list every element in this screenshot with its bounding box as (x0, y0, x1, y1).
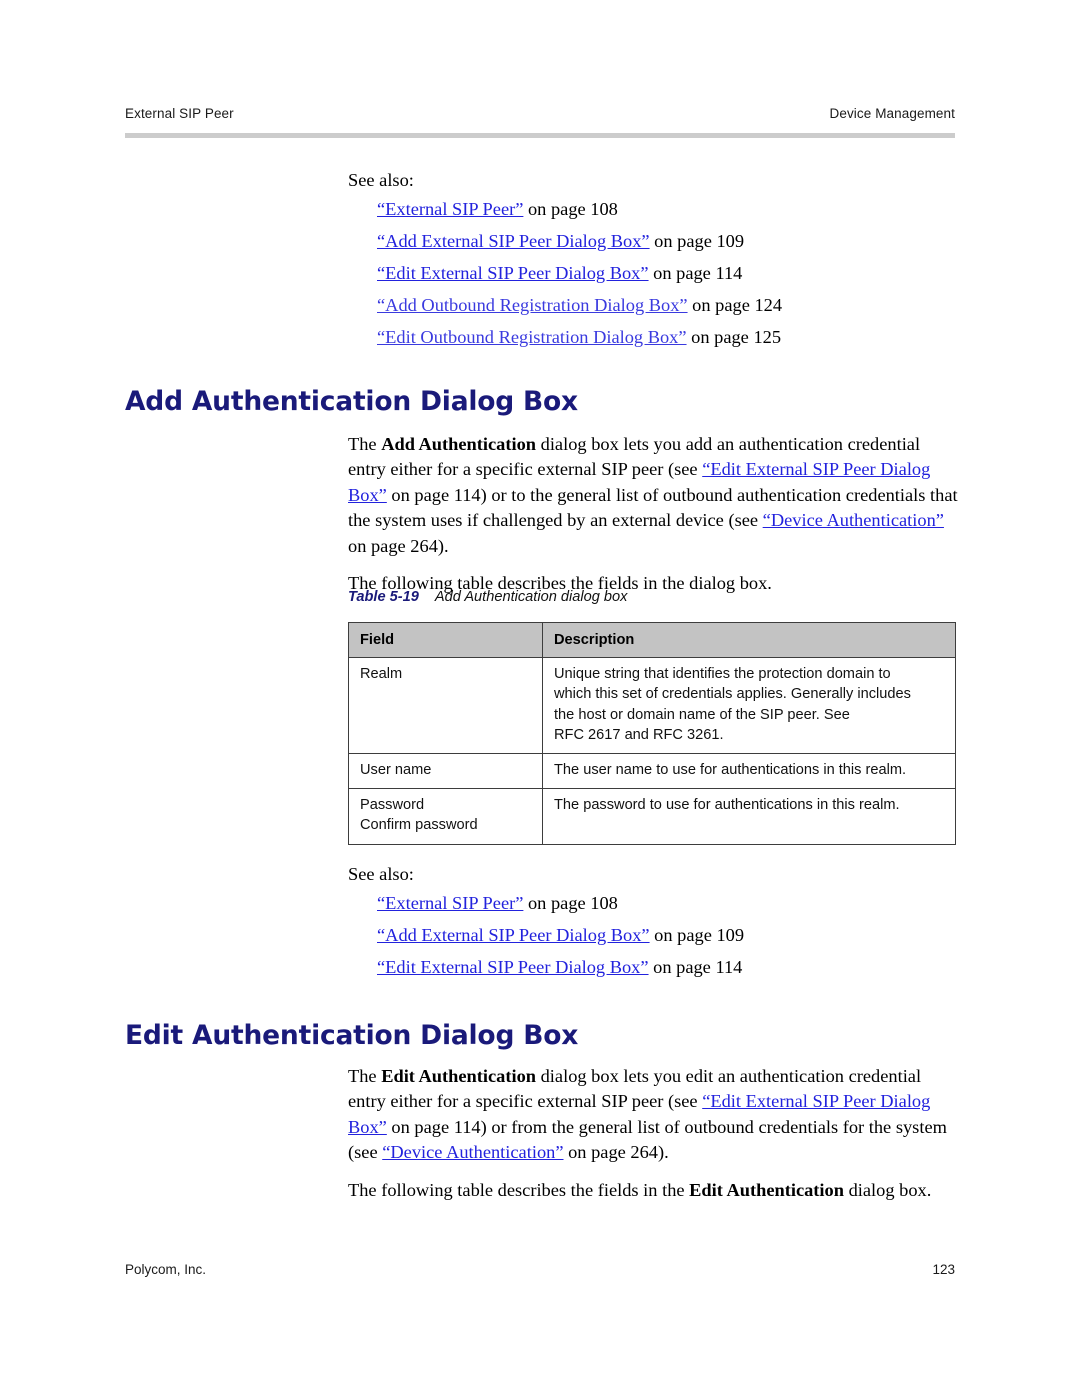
cross-reference-link[interactable]: “External SIP Peer” (377, 199, 523, 219)
list-item: “Edit External SIP Peer Dialog Box” on p… (377, 257, 960, 289)
cell-description: The password to use for authentications … (542, 788, 956, 845)
table-row: Password Confirm password The password t… (348, 788, 956, 845)
cross-reference-page: on page 124 (687, 295, 783, 316)
page-title-edit-authentication: Edit Authentication Dialog Box (125, 1020, 579, 1051)
cross-reference-page: on page 114 (648, 957, 743, 978)
paragraph-table-lead-in-edit: The following table describes the fields… (348, 1178, 960, 1203)
cell-line: User name (360, 762, 432, 779)
list-item: “Add Outbound Registration Dialog Box” o… (377, 289, 960, 321)
table-caption-5-19: Table 5-19 Add Authentication dialog box (348, 589, 627, 605)
cell-field: Password Confirm password (348, 788, 543, 845)
cell-field: Realm (348, 657, 543, 755)
running-head-left: External SIP Peer (125, 106, 234, 121)
footer-page-number: 123 (932, 1262, 955, 1277)
text-fragment: dialog box. (843, 1179, 932, 1200)
see-also-list-1: “External SIP Peer” on page 108 “Add Ext… (348, 193, 960, 353)
cross-reference-page: on page 108 (523, 893, 618, 914)
running-head-right: Device Management (829, 106, 955, 121)
cross-reference-link[interactable]: “Edit External SIP Peer Dialog Box” (377, 957, 649, 977)
cross-reference-page: on page 125 (686, 327, 782, 348)
page-footer: Polycom, Inc. 123 (125, 1262, 955, 1277)
cross-reference-page: on page 109 (649, 925, 745, 946)
cell-line: Confirm password (360, 817, 478, 834)
cross-reference-link[interactable]: “Add External SIP Peer Dialog Box” (377, 925, 650, 945)
footer-company: Polycom, Inc. (125, 1262, 207, 1277)
inline-cross-reference-link[interactable]: “Device Authentication” (763, 510, 944, 530)
cell-line: The user name to use for authentications… (554, 762, 907, 779)
cell-line: which this set of credentials applies. G… (554, 686, 911, 703)
cell-line: RFC 2617 and RFC 3261. (554, 726, 724, 743)
cell-line: The password to use for authentications … (554, 797, 900, 814)
inline-cross-reference-link[interactable]: “Device Authentication” (382, 1142, 563, 1162)
page-title-add-authentication: Add Authentication Dialog Box (125, 386, 578, 417)
list-item: “External SIP Peer” on page 108 (377, 887, 960, 919)
add-authentication-fields-table: Field Description Realm Unique string th… (348, 621, 956, 845)
cell-line: Unique string that identifies the protec… (554, 666, 891, 683)
text-fragment: on page 264). (348, 535, 449, 556)
emphasis-edit-authentication: Edit Authentication (689, 1179, 844, 1200)
cell-line: Password (360, 797, 425, 814)
cell-description: Unique string that identifies the protec… (542, 657, 956, 755)
table-caption-text: Add Authentication dialog box (434, 589, 628, 605)
table-header-row: Field Description (348, 621, 956, 659)
see-also-label: See also: (348, 170, 414, 190)
paragraph-add-intro: The Add Authentication dialog box lets y… (348, 432, 960, 559)
list-item: “External SIP Peer” on page 108 (377, 193, 960, 225)
column-header-description: Description (542, 621, 956, 659)
running-head: External SIP Peer Device Management (125, 106, 955, 121)
see-also-label: See also: (348, 864, 414, 884)
table-row: User name The user name to use for authe… (348, 753, 956, 790)
see-also-block-2: See also: “External SIP Peer” on page 10… (348, 862, 960, 983)
list-item: “Edit Outbound Registration Dialog Box” … (377, 321, 960, 353)
see-also-list-2: “External SIP Peer” on page 108 “Add Ext… (348, 887, 960, 983)
column-header-field: Field (348, 621, 543, 659)
cross-reference-page: on page 108 (523, 199, 618, 220)
table-number: Table 5-19 (348, 589, 419, 605)
cross-reference-link[interactable]: “Edit Outbound Registration Dialog Box” (377, 327, 687, 347)
cross-reference-link[interactable]: “Add Outbound Registration Dialog Box” (377, 295, 688, 315)
list-item: “Add External SIP Peer Dialog Box” on pa… (377, 919, 960, 951)
header-rule (125, 133, 955, 138)
see-also-block-1: See also: “External SIP Peer” on page 10… (348, 168, 960, 353)
edit-authentication-intro: The Edit Authentication dialog box lets … (348, 1064, 960, 1203)
cross-reference-page: on page 114 (648, 263, 743, 284)
emphasis-edit-authentication: Edit Authentication (381, 1066, 537, 1086)
cross-reference-link[interactable]: “Edit External SIP Peer Dialog Box” (377, 263, 649, 283)
document-page: External SIP Peer Device Management See … (0, 0, 1080, 1397)
list-item: “Add External SIP Peer Dialog Box” on pa… (377, 225, 960, 257)
cell-line: Realm (360, 666, 403, 683)
cross-reference-link[interactable]: “External SIP Peer” (377, 893, 523, 913)
cross-reference-link[interactable]: “Add External SIP Peer Dialog Box” (377, 231, 650, 251)
text-fragment: The following table describes the fields… (348, 1179, 690, 1200)
cell-description: The user name to use for authentications… (542, 753, 956, 790)
cross-reference-page: on page 109 (649, 231, 745, 252)
paragraph-edit-intro: The Edit Authentication dialog box lets … (348, 1064, 960, 1166)
text-fragment: on page 264). (563, 1142, 669, 1163)
add-authentication-intro: The Add Authentication dialog box lets y… (348, 432, 960, 596)
cell-line: the host or domain name of the SIP peer.… (554, 706, 850, 723)
text-fragment: The (348, 1066, 382, 1086)
emphasis-add-authentication: Add Authentication (381, 434, 537, 454)
list-item: “Edit External SIP Peer Dialog Box” on p… (377, 951, 960, 983)
text-fragment: The (348, 434, 382, 454)
cell-field: User name (348, 753, 543, 790)
table-row: Realm Unique string that identifies the … (348, 657, 956, 755)
